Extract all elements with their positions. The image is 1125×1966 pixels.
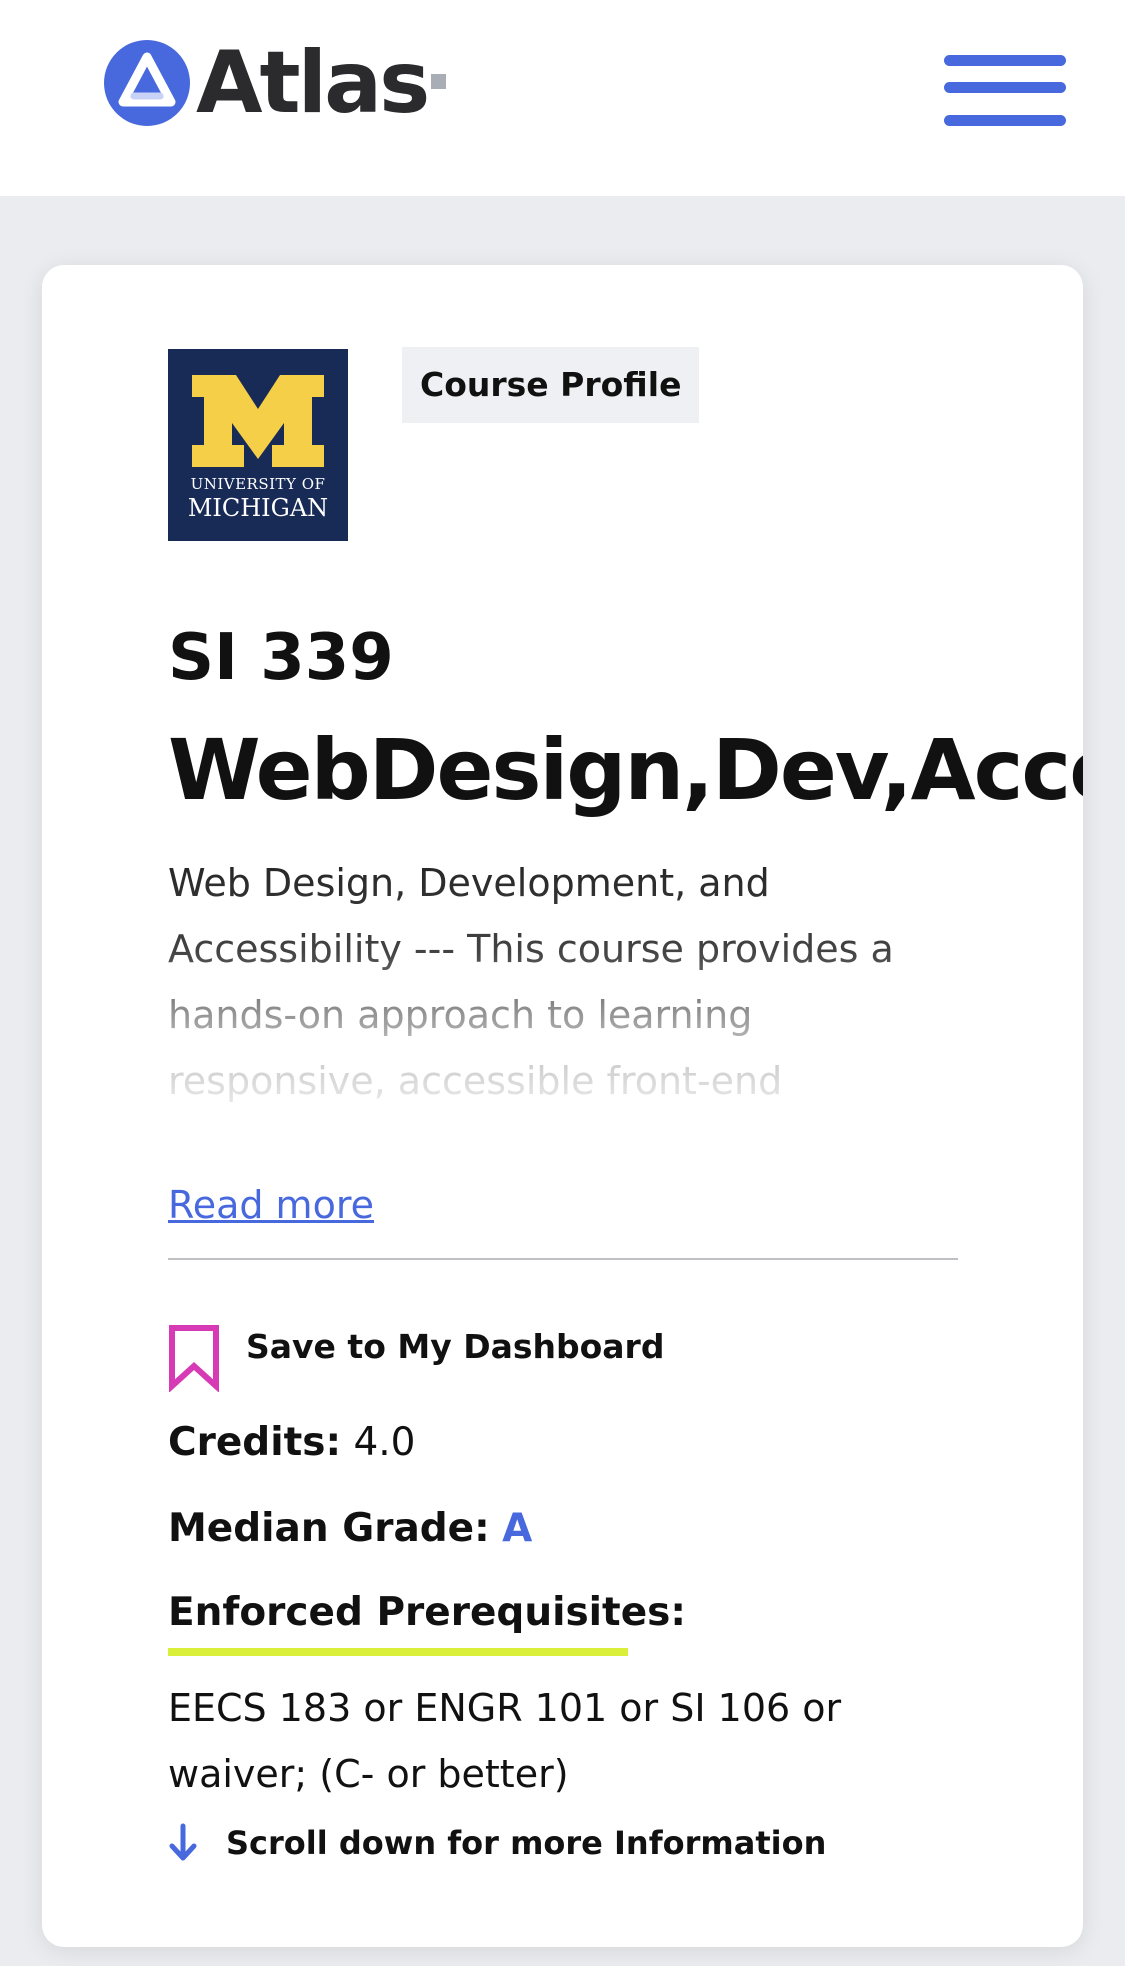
atlas-logo[interactable]: Atlas: [104, 33, 447, 133]
block-m-icon: [192, 375, 324, 467]
logo-line-2: MICHIGAN: [187, 494, 329, 522]
prerequisites-heading: Enforced Prerequisites:: [168, 1590, 686, 1635]
bookmark-icon: [169, 1325, 219, 1392]
credits-row: Credits: 4.0: [168, 1420, 415, 1465]
university-of-michigan-logo: UNIVERSITY OF MICHIGAN: [168, 349, 348, 541]
scroll-hint-label: Scroll down for more Information: [226, 1824, 827, 1862]
hamburger-menu-icon[interactable]: [944, 52, 1066, 132]
brand-name: Atlas: [196, 33, 430, 133]
median-grade-value: A: [502, 1506, 533, 1551]
course-description: Web Design, Development, and Accessibili…: [168, 850, 958, 1140]
logo-line-1: UNIVERSITY OF: [190, 475, 326, 493]
divider: [168, 1258, 958, 1260]
course-profile-badge: Course Profile: [402, 347, 700, 423]
credits-label: Credits:: [168, 1420, 342, 1465]
course-code: SI 339: [168, 621, 394, 695]
credits-value: 4.0: [353, 1420, 416, 1465]
course-title: WebDesign,Dev,Access: [168, 721, 1083, 819]
atlas-logo-icon: [104, 40, 190, 126]
prerequisites-text: EECS 183 or ENGR 101 or SI 106 or waiver…: [168, 1686, 842, 1796]
course-profile-card: UNIVERSITY OF MICHIGAN Course Profile SI…: [42, 265, 1083, 1947]
save-to-dashboard-button[interactable]: Save to My Dashboard: [168, 1324, 664, 1392]
median-grade-label: Median Grade:: [168, 1506, 490, 1551]
top-navigation-bar: Atlas: [0, 0, 1125, 196]
median-grade-row: Median Grade: A: [168, 1506, 532, 1551]
save-to-dashboard-label: Save to My Dashboard: [246, 1327, 665, 1366]
read-more-link[interactable]: Read more: [168, 1183, 374, 1227]
course-description-text: Web Design, Development, and Accessibili…: [168, 861, 894, 1103]
arrow-down-icon: [169, 1823, 197, 1861]
brand-dot: [431, 73, 447, 89]
prerequisites-highlight: [168, 1648, 628, 1656]
scroll-hint: Scroll down for more Information: [168, 1823, 826, 1863]
